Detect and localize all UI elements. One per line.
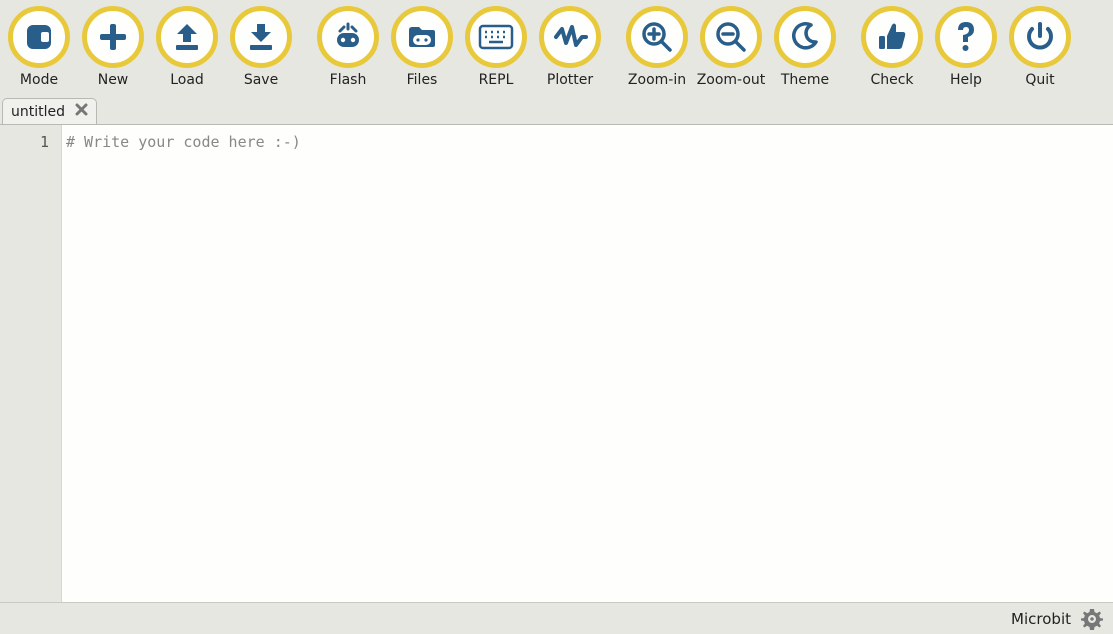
- line-number: 1: [0, 131, 61, 153]
- folder-icon: [391, 6, 453, 68]
- quit-label: Quit: [1025, 72, 1054, 88]
- editor: 1 # Write your code here :-): [0, 125, 1113, 602]
- mode-icon: [8, 6, 70, 68]
- flash-button[interactable]: Flash: [311, 4, 385, 88]
- line-number-gutter: 1: [0, 125, 62, 602]
- toolbar-group: Mode New Load Save: [2, 4, 298, 88]
- mode-button[interactable]: Mode: [2, 4, 76, 88]
- toolbar-separator: [848, 9, 849, 89]
- code-line: # Write your code here :-): [66, 133, 301, 151]
- load-label: Load: [170, 72, 204, 88]
- settings-button[interactable]: [1081, 608, 1103, 630]
- download-icon: [230, 6, 292, 68]
- tab-label: untitled: [11, 104, 65, 120]
- theme-button[interactable]: Theme: [768, 4, 842, 88]
- upload-icon: [156, 6, 218, 68]
- zoom-out-icon: [700, 6, 762, 68]
- help-button[interactable]: Help: [929, 4, 1003, 88]
- plotter-icon: [539, 6, 601, 68]
- flash-label: Flash: [330, 72, 367, 88]
- flash-icon: [317, 6, 379, 68]
- files-button[interactable]: Files: [385, 4, 459, 88]
- moon-icon: [774, 6, 836, 68]
- question-icon: [935, 6, 997, 68]
- zoom-in-icon: [626, 6, 688, 68]
- zoom-in-button[interactable]: Zoom-in: [620, 4, 694, 88]
- theme-label: Theme: [781, 72, 829, 88]
- plotter-button[interactable]: Plotter: [533, 4, 607, 88]
- close-icon[interactable]: [75, 103, 88, 120]
- tab-bar: untitled: [0, 95, 1113, 125]
- status-mode: Microbit: [1011, 610, 1071, 628]
- help-label: Help: [950, 72, 982, 88]
- zoom-in-label: Zoom-in: [628, 72, 686, 88]
- save-label: Save: [244, 72, 278, 88]
- status-bar: Microbit: [0, 602, 1113, 634]
- toolbar-separator: [304, 9, 305, 89]
- toolbar-separator: [613, 9, 614, 89]
- repl-label: REPL: [479, 72, 514, 88]
- toolbar-group: Check Help Quit: [855, 4, 1077, 88]
- check-button[interactable]: Check: [855, 4, 929, 88]
- tab-untitled[interactable]: untitled: [2, 98, 97, 124]
- zoom-out-label: Zoom-out: [697, 72, 766, 88]
- toolbar-group: Zoom-in Zoom-out Theme: [620, 4, 842, 88]
- check-label: Check: [870, 72, 913, 88]
- repl-button[interactable]: REPL: [459, 4, 533, 88]
- zoom-out-button[interactable]: Zoom-out: [694, 4, 768, 88]
- thumbs-up-icon: [861, 6, 923, 68]
- keyboard-icon: [465, 6, 527, 68]
- load-button[interactable]: Load: [150, 4, 224, 88]
- new-button[interactable]: New: [76, 4, 150, 88]
- power-icon: [1009, 6, 1071, 68]
- quit-button[interactable]: Quit: [1003, 4, 1077, 88]
- files-label: Files: [407, 72, 438, 88]
- gear-icon: [1081, 608, 1103, 630]
- plotter-label: Plotter: [547, 72, 593, 88]
- code-area[interactable]: # Write your code here :-): [62, 125, 1113, 602]
- plus-icon: [82, 6, 144, 68]
- toolbar: Mode New Load Save Flash: [0, 0, 1113, 95]
- mode-label: Mode: [20, 72, 58, 88]
- new-label: New: [98, 72, 129, 88]
- toolbar-group: Flash Files REPL Plotter: [311, 4, 607, 88]
- save-button[interactable]: Save: [224, 4, 298, 88]
